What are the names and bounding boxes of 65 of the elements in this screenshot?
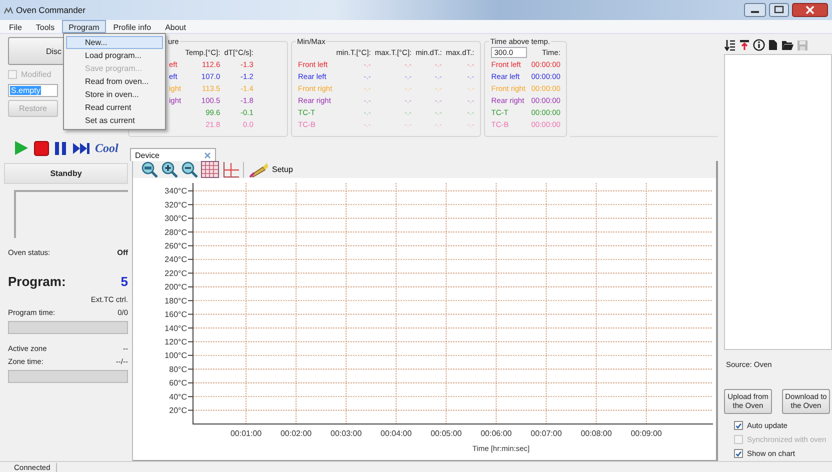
close-icon[interactable] [204, 152, 211, 158]
stop-icon[interactable] [34, 140, 49, 156]
menu-item[interactable]: Read from oven... [66, 75, 163, 88]
status-header: Standby [4, 163, 128, 184]
minimize-button[interactable] [744, 3, 766, 17]
axis-tick-label: 200°C [164, 282, 187, 292]
upload-icon[interactable] [739, 39, 750, 51]
axis-tick-label: 00:06:00 [480, 429, 512, 438]
new-file-icon[interactable] [768, 39, 778, 51]
axis-tick-label: 00:09:00 [630, 429, 662, 438]
window-title: Oven Commander [16, 5, 86, 15]
zoom-out-icon[interactable] [181, 161, 198, 178]
axis-tick-label: 00:02:00 [280, 429, 312, 438]
open-folder-icon[interactable] [781, 39, 794, 51]
menu-item[interactable]: Profile info [106, 20, 158, 33]
axis-tick-label: 80°C [169, 364, 187, 374]
cool-button[interactable]: Cool [95, 140, 118, 156]
axis-tick-label: 220°C [164, 268, 187, 278]
axis-tick-label: 60°C [169, 378, 187, 388]
menu-item[interactable]: Program [62, 20, 106, 33]
axis-tick-label: 20°C [169, 406, 187, 416]
axis-tick-label: 120°C [164, 338, 187, 347]
axis-tick-label: 300°C [164, 214, 187, 224]
close-button[interactable] [792, 3, 828, 17]
crosshair-icon[interactable] [222, 161, 240, 178]
skip-forward-icon[interactable] [72, 140, 90, 156]
axis-tick-label: 40°C [169, 392, 187, 402]
checkbox[interactable] [734, 421, 743, 430]
axis-tick-label: 340°C [164, 186, 187, 196]
axis-tick-label: 180°C [164, 296, 187, 306]
axis-tick-label: 00:04:00 [380, 429, 412, 438]
pencil-icon [249, 162, 269, 178]
play-icon[interactable] [14, 140, 29, 156]
info-icon[interactable] [753, 39, 765, 51]
axis-tick-label: 00:03:00 [330, 429, 362, 438]
menu-item[interactable]: Store in oven... [66, 88, 163, 101]
menu-item[interactable]: Load program... [66, 49, 163, 62]
axis-tick-label: 00:05:00 [430, 429, 462, 438]
checkbox-label: Modified [21, 70, 52, 79]
document-tab[interactable]: Device [130, 148, 216, 161]
grid-icon[interactable] [201, 161, 219, 178]
axis-tick-label: 280°C [164, 228, 187, 237]
menu-item[interactable]: New... [66, 36, 163, 49]
sort-list-icon[interactable] [724, 39, 736, 51]
axis-tick-label: 240°C [164, 255, 187, 264]
axis-tick-label: 320°C [164, 200, 187, 210]
axis-tick-label: 00:07:00 [530, 429, 562, 438]
axis-tick-label: 00:01:00 [230, 429, 262, 438]
menu-item[interactable]: File [2, 20, 29, 33]
app-icon [4, 6, 13, 14]
menu-item[interactable]: About [158, 20, 193, 33]
axis-tick-label: 100°C [164, 351, 187, 360]
menu-item[interactable]: Set as current [66, 114, 163, 127]
axis-tick-label: 160°C [164, 310, 187, 320]
field-label: Program: [8, 274, 66, 288]
program-number: 5 [120, 274, 128, 288]
checkbox[interactable] [734, 449, 743, 458]
setup-button[interactable]: Setup [247, 162, 295, 178]
menu-item[interactable]: Read current [66, 101, 163, 114]
axis-tick-label: 260°C [164, 242, 187, 251]
maximize-button[interactable] [769, 3, 789, 17]
pause-icon[interactable] [54, 140, 67, 156]
axis-tick-label: 140°C [164, 324, 187, 333]
axis-tick-label: 00:08:00 [580, 429, 612, 438]
menu-item[interactable]: Tools [28, 20, 62, 33]
